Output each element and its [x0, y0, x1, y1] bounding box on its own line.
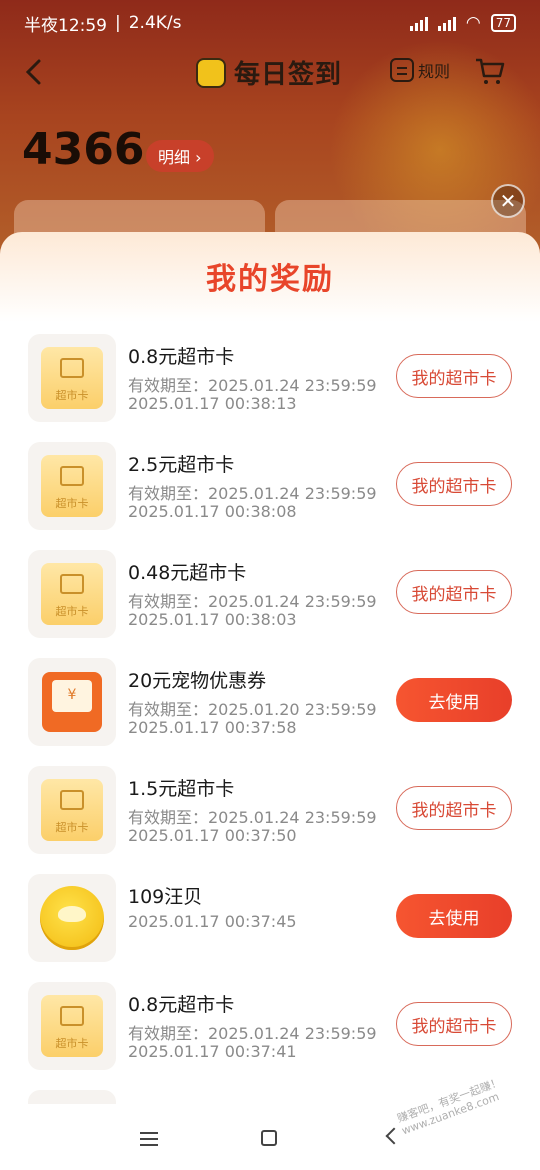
reward-row: 超市卡 1.5元超市卡有效期至：2025.01.24 23:59:59 2025.0… — [28, 762, 518, 870]
reward-title: 2.5元超市卡 — [128, 454, 235, 476]
supermarket-card-icon: 超市卡 — [41, 995, 103, 1057]
reward-timestamp: 2025.01.17 00:38:13 — [128, 394, 297, 413]
reward-info-line: 有效期至：2025.01.24 23:59:59 — [128, 376, 377, 395]
checkin-logo-icon — [196, 57, 226, 88]
my-card-button[interactable]: 我的超市卡 — [396, 786, 512, 830]
network-speed: 2.4K/s — [128, 13, 182, 33]
reward-row: 超市卡 0.48元超市卡有效期至：2025.01.24 23:59:59 2025.… — [28, 546, 518, 654]
reward-info-line: 有效期至：2025.01.24 23:59:59 — [128, 592, 377, 611]
rules-button[interactable]: 规则 — [390, 58, 450, 82]
my-card-button[interactable]: 我的超市卡 — [396, 570, 512, 614]
signal-icon — [409, 15, 428, 31]
reward-row: 超市卡 0.8元超市卡有效期至：2025.01.24 23:59:59 2025.0… — [28, 978, 518, 1086]
reward-title: 0.48元超市卡 — [128, 562, 247, 584]
reward-list: 超市卡 0.8元超市卡 有效期至：2025.01.24 23:59:59 2025.0… — [28, 330, 518, 1086]
back-arrow-icon[interactable] — [22, 58, 46, 86]
reward-info-line: 有效期至：2025.01.24 23:59:59 — [128, 808, 377, 827]
wifi-icon: ◠ — [465, 13, 481, 33]
points-balance: 4366 — [22, 124, 145, 175]
reward-info-line: 有效期至：2025.01.20 23:59:59 — [128, 700, 377, 719]
cart-icon[interactable] — [474, 56, 506, 86]
supermarket-card-icon: 超市卡 — [41, 455, 103, 517]
coin-icon — [40, 886, 104, 950]
sheet-title: 我的奖励 — [206, 262, 334, 297]
reward-row: 超市卡 2.5元超市卡有效期至：2025.01.24 23:59:59 2025.0… — [28, 438, 518, 546]
reward-thumb: 超市卡 — [28, 442, 116, 530]
top-navigation: 每日签到 规则 — [0, 46, 540, 98]
reward-thumb: 超市卡 — [28, 766, 116, 854]
reward-thumb: ¥ — [28, 658, 116, 746]
reward-row: 109汪贝 2025.01.17 00:37:45 去使用 — [28, 870, 518, 978]
back-nav-icon[interactable] — [385, 1127, 403, 1145]
my-card-button[interactable]: 我的超市卡 — [396, 1002, 512, 1046]
pet-coupon-icon: ¥ — [42, 672, 102, 732]
rewards-sheet: 我的奖励 超市卡 0.8元超市卡 有效期至：2025.01.24 23:59:59 2… — [0, 232, 540, 1170]
reward-timestamp: 2025.01.17 00:38:03 — [128, 610, 297, 629]
my-card-button[interactable]: 我的超市卡 — [396, 462, 512, 506]
reward-timestamp: 2025.01.17 00:37:50 — [128, 826, 297, 845]
reward-title: 109汪贝 — [128, 886, 203, 908]
reward-title: 20元宠物优惠券 — [128, 670, 267, 692]
rules-icon — [390, 58, 414, 82]
supermarket-card-icon: 超市卡 — [41, 563, 103, 625]
reward-title: 1.5元超市卡 — [128, 778, 235, 800]
supermarket-card-icon: 超市卡 — [41, 347, 103, 409]
reward-thumb: 超市卡 — [28, 982, 116, 1070]
my-card-button[interactable]: 我的超市卡 — [396, 354, 512, 398]
page-title: 每日签到 — [196, 54, 342, 91]
signal-icon-2 — [437, 15, 456, 31]
menu-icon[interactable] — [140, 1132, 158, 1146]
close-sheet-button[interactable]: ✕ — [491, 184, 525, 218]
battery-icon: 77 — [490, 14, 516, 32]
reward-thumb — [28, 874, 116, 962]
reward-timestamp: 2025.01.17 00:37:41 — [128, 1042, 297, 1061]
reward-info-line: 有效期至：2025.01.24 23:59:59 — [128, 484, 377, 503]
home-icon[interactable] — [261, 1130, 277, 1146]
status-time: 半夜12:59 — [24, 15, 107, 36]
reward-title: 0.8元超市卡 — [128, 346, 235, 368]
reward-timestamp: 2025.01.17 00:38:08 — [128, 502, 297, 521]
reward-info-line: 有效期至：2025.01.24 23:59:59 — [128, 1024, 377, 1043]
reward-thumb: 超市卡 — [28, 550, 116, 638]
supermarket-card-icon: 超市卡 — [41, 779, 103, 841]
use-button[interactable]: 去使用 — [396, 678, 512, 722]
reward-row: ¥20元宠物优惠券有效期至：2025.01.20 23:59:59 2025.01… — [28, 654, 518, 762]
reward-info-line: 2025.01.17 00:37:45 — [128, 912, 297, 931]
reward-timestamp: 2025.01.17 00:37:58 — [128, 718, 297, 737]
status-bar: 半夜12:59 | 2.4K/s ◠ 77 — [0, 0, 540, 46]
points-detail-button[interactable]: 明细 › — [146, 140, 214, 172]
reward-thumb: 超市卡 — [28, 334, 116, 422]
reward-row: 超市卡 0.8元超市卡有效期至：2025.01.24 23:59:59 2025.0… — [28, 330, 518, 438]
reward-title: 0.8元超市卡 — [128, 994, 235, 1016]
use-button[interactable]: 去使用 — [396, 894, 512, 938]
